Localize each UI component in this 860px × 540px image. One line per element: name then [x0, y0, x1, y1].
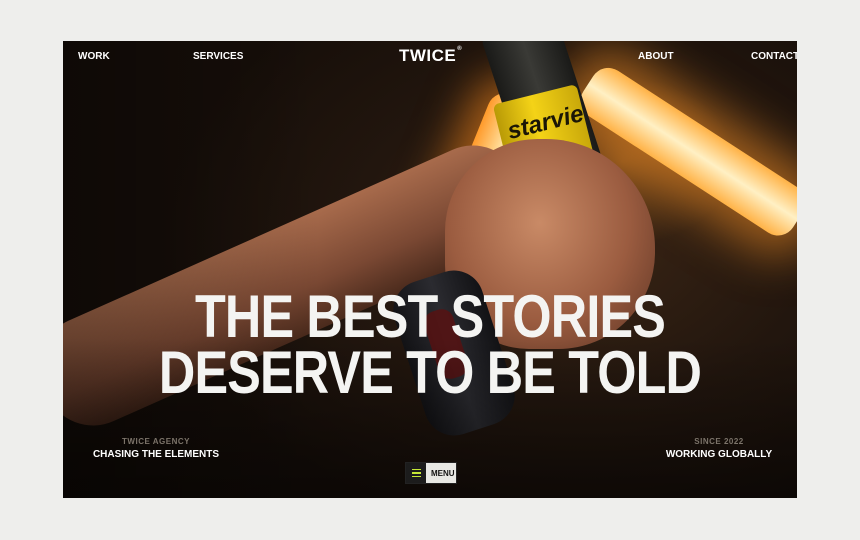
nav-work[interactable]: WORK	[78, 51, 110, 62]
agency-tagline: CHASING THE ELEMENTS	[92, 449, 220, 460]
agency-block: TWICE AGENCY CHASING THE ELEMENTS	[91, 437, 221, 460]
since-block: SINCE 2022 WORKING GLOBALLY	[659, 437, 779, 460]
hero-headline: THE BEST STORIES DESERVE TO BE TOLD	[122, 283, 739, 406]
logo-text: TWICE	[399, 46, 457, 65]
hero-line-1: THE BEST STORIES	[194, 283, 666, 350]
photo-vignette	[63, 41, 797, 498]
since-kicker: SINCE 2022	[694, 437, 744, 446]
hero-line-2: DESERVE TO BE TOLD	[158, 339, 702, 406]
registered-mark: ®	[457, 46, 463, 52]
menu-button[interactable]: MENU	[405, 462, 457, 484]
nav-services[interactable]: SERVICES	[193, 51, 243, 62]
nav-contact[interactable]: CONTACT	[751, 51, 797, 62]
hero-section: starvie WORK SERVICES ABOUT CONTACT TWIC…	[63, 41, 797, 498]
since-tagline: WORKING GLOBALLY	[665, 449, 773, 460]
brand-logo[interactable]: TWICE®	[399, 46, 462, 66]
menu-label: MENU	[431, 468, 455, 478]
hamburger-icon	[406, 463, 426, 483]
agency-kicker: TWICE AGENCY	[122, 437, 190, 446]
nav-about[interactable]: ABOUT	[638, 51, 674, 62]
